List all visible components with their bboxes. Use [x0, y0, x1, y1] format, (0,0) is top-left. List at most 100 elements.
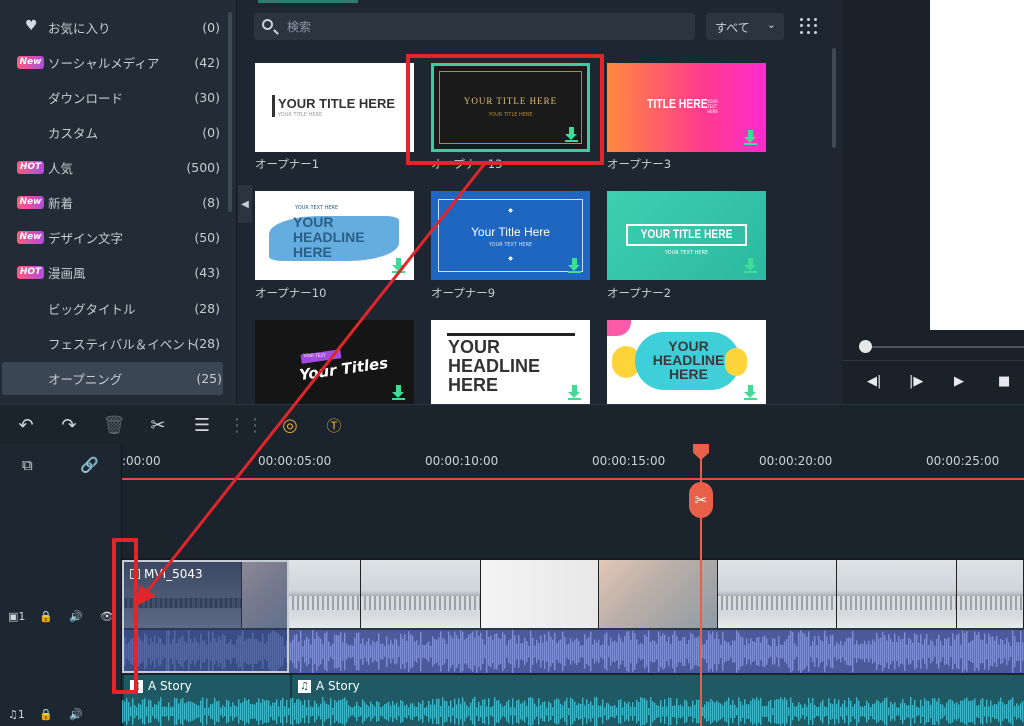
lock-icon[interactable]: 🔒	[39, 708, 53, 721]
volume-icon[interactable]: 🔊	[69, 610, 83, 623]
heart-icon: ♥	[25, 18, 38, 34]
waveform-bar	[720, 644, 722, 659]
waveform-bar	[566, 644, 568, 659]
category-big-title[interactable]: ビッグタイトル (28)	[0, 292, 226, 325]
waveform-bar	[198, 705, 200, 718]
waveform-bar	[798, 701, 800, 722]
download-icon[interactable]	[568, 258, 581, 273]
category-comic[interactable]: HOT 漫画風 (43)	[0, 256, 226, 289]
cut-icon[interactable]: ✂	[146, 413, 170, 437]
template-opener-3[interactable]: TITLE HERE YOUR TEXT HERE	[607, 63, 766, 152]
waveform-bar	[456, 635, 458, 668]
audio-track[interactable]: ♫ A Story ♫ A Story	[122, 675, 1024, 726]
speed-icon[interactable]: ◎	[278, 413, 302, 437]
download-icon[interactable]	[568, 385, 581, 400]
waveform-bar	[542, 702, 544, 721]
waveform-bar	[618, 634, 620, 669]
waveform-bar	[802, 707, 804, 716]
waveform-bar	[578, 703, 580, 720]
next-frame-icon[interactable]: |▶	[909, 374, 923, 389]
category-opening[interactable]: オープニング (25)	[2, 362, 223, 395]
waveform-bar	[714, 638, 716, 665]
selected-video-clip[interactable]: MVI_5043	[122, 560, 289, 673]
lock-icon[interactable]: 🔒	[39, 610, 53, 623]
text-icon[interactable]: Ⓣ	[322, 413, 346, 437]
waveform-bar	[730, 704, 732, 719]
scrubber-knob[interactable]	[859, 340, 872, 353]
download-icon[interactable]	[744, 385, 757, 400]
waveform-bar	[514, 707, 516, 716]
waveform-bar	[956, 702, 958, 721]
waveform-bar	[376, 641, 378, 662]
category-new-arrivals[interactable]: New 新着 (8)	[0, 186, 226, 219]
waveform-bar	[436, 698, 438, 725]
title-track[interactable]	[122, 482, 1024, 558]
waveform-bar	[490, 635, 492, 668]
download-icon[interactable]	[392, 385, 405, 400]
filter-dropdown[interactable]: すべて ⌄	[706, 13, 784, 40]
sidebar-scrollbar[interactable]	[228, 12, 232, 212]
link-icon[interactable]: 🔗	[80, 456, 99, 474]
template-headline-black[interactable]: YOUR HEADLINE HERE	[431, 320, 590, 404]
waveform-bar	[778, 636, 780, 667]
waveform-bar	[728, 697, 730, 726]
search-input[interactable]	[287, 17, 677, 36]
waveform-bar	[812, 698, 814, 725]
prev-frame-icon[interactable]: ◀|	[867, 374, 881, 389]
library-scrollbar[interactable]	[832, 48, 836, 148]
download-icon[interactable]	[744, 258, 757, 273]
play-icon[interactable]: ▶	[954, 374, 964, 389]
waveform-bar	[512, 698, 514, 725]
waveform-bar	[328, 641, 330, 662]
download-icon[interactable]	[392, 258, 405, 273]
template-your-titles[interactable]: YOUR TEXT Your Titles	[255, 320, 414, 404]
volume-icon[interactable]: 🔊	[69, 708, 83, 721]
audio-icon[interactable]: ⋮⋮	[228, 413, 264, 437]
waveform-bar	[832, 704, 834, 719]
category-custom[interactable]: カスタム (0)	[0, 116, 226, 149]
grid-view-icon[interactable]	[798, 16, 818, 36]
preview-scrubber[interactable]	[861, 346, 1024, 348]
waveform-bar	[446, 644, 448, 659]
waveform-bar	[840, 706, 842, 717]
waveform-bar	[370, 701, 372, 722]
search-box[interactable]	[254, 13, 695, 40]
category-download[interactable]: ダウンロード (30)	[0, 81, 226, 114]
waveform-bar	[754, 699, 756, 724]
waveform-bar	[426, 643, 428, 660]
undo-icon[interactable]: ↶	[14, 413, 38, 437]
waveform-bar	[536, 639, 538, 664]
template-opener-9[interactable]: ◆ Your Title Here YOUR TEXT HERE ◆	[431, 191, 590, 280]
category-social-media[interactable]: New ソーシャルメディア (42)	[0, 46, 226, 79]
split-scissors-icon[interactable]: ✂	[689, 482, 713, 518]
category-design-text[interactable]: New デザイン文字 (50)	[0, 221, 226, 254]
waveform-bar	[768, 701, 770, 722]
waveform-bar	[174, 697, 176, 726]
collapse-sidebar-button[interactable]: ◀	[238, 185, 252, 223]
adjust-icon[interactable]: ☰	[190, 413, 214, 437]
waveform-bar	[276, 699, 278, 724]
template-opener-10[interactable]: YOUR TEXT HERE YOUR HEADLINE HERE	[255, 191, 414, 280]
template-headline-color[interactable]: YOUR HEADLINE HERE	[607, 320, 766, 404]
waveform-bar	[194, 703, 196, 720]
waveform-bar	[684, 636, 686, 667]
category-favorites[interactable]: ♥ お気に入り (0)	[0, 11, 226, 44]
add-track-icon[interactable]: ⧉	[22, 456, 33, 474]
redo-icon[interactable]: ↷	[57, 413, 81, 437]
video-track[interactable]: MVI_5043	[122, 560, 1024, 673]
template-opener-2[interactable]: YOUR TITLE HERE YOUR TEXT HERE	[607, 191, 766, 280]
delete-icon[interactable]: 🗑	[102, 413, 126, 437]
category-festival-event[interactable]: フェスティバル＆イベント (28)	[0, 327, 226, 360]
search-icon	[262, 19, 273, 30]
waveform-bar	[168, 702, 170, 721]
stop-icon[interactable]: ■	[998, 374, 1010, 389]
waveform-bar	[650, 697, 652, 726]
time-ruler[interactable]: :00:00 00:00:05:00 00:00:10:00 00:00:15:…	[122, 444, 1024, 480]
template-opener-1[interactable]: YOUR TITLE HERE YOUR TITLE HERE	[255, 63, 414, 152]
waveform-bar	[606, 632, 608, 671]
waveform-bar	[726, 700, 728, 723]
download-icon[interactable]	[744, 130, 757, 145]
category-popular[interactable]: HOT 人気 (500)	[0, 151, 226, 184]
waveform-bar	[582, 697, 584, 726]
waveform-bar	[430, 704, 432, 719]
